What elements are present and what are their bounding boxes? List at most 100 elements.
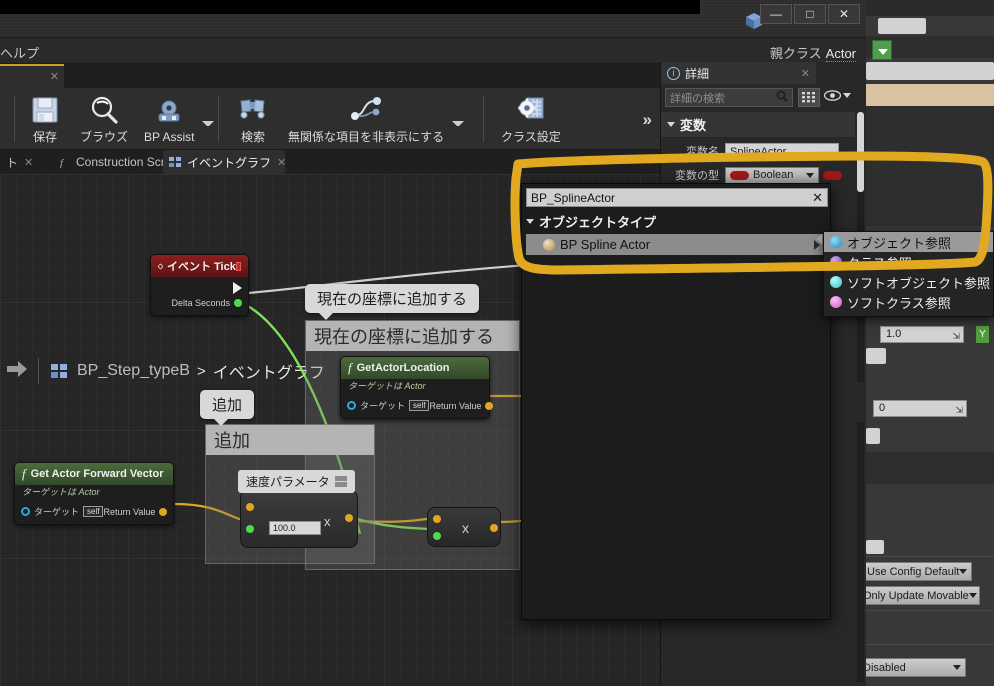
variable-name-input[interactable]: SplineActor bbox=[725, 142, 839, 160]
details-search-placeholder: 詳細の検索 bbox=[670, 92, 725, 105]
toolbar-divider-3 bbox=[483, 96, 484, 142]
details-section-variable[interactable]: 変数 bbox=[661, 112, 855, 138]
input-pin-a-icon[interactable] bbox=[246, 503, 254, 511]
toolbar-tab[interactable]: ✕ bbox=[0, 64, 64, 88]
target-pin-icon[interactable] bbox=[21, 507, 30, 516]
node-get-actor-forward-vector-body: ターゲット self Return Value bbox=[15, 501, 173, 524]
submenu-item-soft-object-reference[interactable]: ソフトオブジェクト参照 bbox=[824, 272, 993, 292]
triangle-down-icon bbox=[667, 122, 675, 127]
node-get-actor-forward-vector-title: Get Actor Forward Vector bbox=[30, 468, 164, 480]
node-get-actor-location-header: f GetActorLocation bbox=[341, 357, 489, 379]
target-pin-icon[interactable] bbox=[347, 401, 356, 410]
close-icon[interactable]: ✕ bbox=[24, 156, 33, 169]
node-multiply[interactable]: x bbox=[427, 507, 501, 547]
browse-button[interactable]: ブラウズ bbox=[72, 90, 136, 148]
input-pin-b-icon[interactable] bbox=[246, 525, 254, 533]
clear-search-icon[interactable]: ✕ bbox=[812, 190, 823, 206]
parent-class-display: 親クラス Actor bbox=[770, 43, 856, 62]
find-button[interactable]: 検索 bbox=[226, 90, 280, 148]
menu-item-help[interactable]: ヘルプ bbox=[0, 43, 39, 62]
pin-row-exec-out[interactable] bbox=[157, 280, 242, 295]
multiply-output-pin-icon[interactable] bbox=[490, 524, 498, 532]
value-clear-icon[interactable]: x bbox=[324, 514, 331, 529]
bg-field-3 bbox=[866, 348, 886, 364]
submenu-item-soft-class-reference-label: ソフトクラス参照 bbox=[847, 295, 951, 311]
submenu-item-object-reference[interactable]: オブジェクト参照 bbox=[824, 232, 993, 252]
numeric-field-2[interactable]: 0 ⇲ bbox=[873, 400, 967, 417]
pin-row-target-return[interactable]: ターゲット self Return Value bbox=[347, 398, 494, 413]
exec-out-pin-icon[interactable] bbox=[233, 281, 242, 294]
toolbar-tabstrip: ✕ bbox=[0, 64, 660, 88]
combo-only-update-movable[interactable]: Only Update Movable bbox=[858, 586, 980, 605]
pin-row-target-return-2[interactable]: ターゲット self Return Value bbox=[21, 504, 168, 519]
reference-type-submenu[interactable]: オブジェクト参照 クラス参照 ソフトオブジェクト参照 ソフトクラス参照 bbox=[816, 231, 994, 317]
multiply-input-a-pin-icon[interactable] bbox=[433, 515, 441, 523]
browse-label: ブラウズ bbox=[80, 130, 129, 144]
type-picker-item-bp-spline-actor[interactable]: BP Spline Actor bbox=[526, 234, 826, 255]
numeric-field-1-value: 1.0 bbox=[886, 328, 902, 340]
type-picker-search-value: BP_SplineActor bbox=[531, 190, 616, 205]
save-button[interactable]: 保存 bbox=[18, 90, 72, 148]
submenu-item-soft-class-reference[interactable]: ソフトクラス参照 bbox=[824, 292, 993, 312]
graph-tab-event-graph[interactable]: イベントグラフ ✕ bbox=[163, 150, 286, 174]
function-icon: f bbox=[60, 157, 65, 168]
find-icon bbox=[234, 93, 272, 127]
combo-use-config-default[interactable]: Use Config Default bbox=[862, 562, 972, 581]
close-icon[interactable]: ✕ bbox=[801, 67, 810, 80]
minimize-button[interactable]: — bbox=[760, 4, 792, 24]
class-settings-icon bbox=[512, 93, 550, 127]
node-event-tick[interactable]: イベント Tick Delta Seconds bbox=[150, 254, 249, 316]
bubble-add-location[interactable]: 現在の座標に追加する bbox=[305, 284, 480, 320]
submenu-item-class-reference[interactable]: クラス参照 bbox=[824, 252, 993, 272]
details-scrollbar-thumb[interactable] bbox=[857, 112, 864, 192]
pin-self-value[interactable]: self bbox=[409, 400, 430, 411]
class-settings-label: クラス設定 bbox=[501, 130, 561, 144]
type-picker-category-object-type[interactable]: オブジェクトタイプ bbox=[522, 210, 830, 232]
submenu-item-soft-object-reference-label: ソフトオブジェクト参照 bbox=[847, 275, 991, 291]
tip-speed-parameter[interactable]: 速度パラメータ bbox=[238, 470, 355, 493]
combo-disabled[interactable]: Disabled bbox=[858, 658, 966, 677]
details-visibility-toggle[interactable] bbox=[824, 90, 851, 101]
parent-class-value[interactable]: Actor bbox=[825, 46, 856, 62]
multiply-input-b-pin-icon[interactable] bbox=[433, 532, 441, 540]
search-icon bbox=[776, 90, 788, 105]
node-get-actor-forward-vector[interactable]: f Get Actor Forward Vector ターゲットは Actor … bbox=[14, 462, 174, 525]
bg-field-2 bbox=[866, 62, 994, 80]
variable-type-picker-popup[interactable]: BP_SplineActor ✕ オブジェクトタイプ BP Spline Act… bbox=[521, 183, 831, 620]
graph-tab-construction-script[interactable]: f Construction Scrip ✕ bbox=[52, 150, 189, 174]
bp-assist-dropdown-chevron-down-icon[interactable] bbox=[202, 121, 214, 126]
return-value-pin-icon-2[interactable] bbox=[159, 507, 168, 516]
pin-self-value-2[interactable]: self bbox=[83, 506, 104, 517]
class-settings-button[interactable]: クラス設定 bbox=[493, 90, 569, 148]
details-grid-view-button[interactable] bbox=[798, 88, 820, 107]
toolbar-overflow-button[interactable]: » bbox=[643, 110, 652, 130]
pin-row-delta-seconds[interactable]: Delta Seconds bbox=[157, 295, 242, 310]
hide-unrelated-dropdown-chevron-down-icon[interactable] bbox=[452, 121, 464, 126]
chevron-down-icon bbox=[968, 593, 977, 598]
details-search-input[interactable]: 詳細の検索 bbox=[665, 88, 793, 107]
close-button[interactable]: ✕ bbox=[828, 4, 860, 24]
find-label: 検索 bbox=[240, 130, 265, 144]
maximize-button[interactable]: □ bbox=[794, 4, 826, 24]
value-input-100[interactable]: 100.0 bbox=[269, 521, 321, 535]
numeric-field-1[interactable]: 1.0 ⇲ bbox=[880, 326, 964, 343]
axis-label-y: Y bbox=[976, 326, 989, 343]
close-icon[interactable]: ✕ bbox=[277, 156, 286, 169]
type-picker-search-input[interactable]: BP_SplineActor ✕ bbox=[526, 188, 828, 207]
close-icon[interactable]: ✕ bbox=[50, 70, 59, 83]
bubble-add[interactable]: 追加 bbox=[200, 390, 255, 426]
tip-speed-parameter-label: 速度パラメータ bbox=[246, 475, 330, 489]
details-panel-tab[interactable]: i 詳細 ✕ bbox=[661, 62, 816, 84]
variable-type-combo[interactable]: Boolean bbox=[725, 166, 819, 184]
bp-assist-button[interactable]: BP Assist bbox=[136, 90, 202, 148]
delta-seconds-pin-icon[interactable] bbox=[234, 298, 242, 307]
output-pin-icon[interactable] bbox=[345, 514, 353, 522]
details-scrollbar-track-2[interactable] bbox=[857, 422, 864, 682]
bg-green-dropdown[interactable] bbox=[872, 40, 892, 60]
hide-unrelated-button[interactable]: 無関係な項目を非表示にする bbox=[280, 90, 452, 148]
bg-field-4 bbox=[866, 428, 880, 444]
return-value-pin-icon[interactable] bbox=[485, 401, 494, 410]
node-event-tick-header: イベント Tick bbox=[151, 255, 248, 277]
node-get-actor-location[interactable]: f GetActorLocation ターゲットは Actor ターゲット se… bbox=[340, 356, 494, 419]
node-multiply-value[interactable]: 100.0 x bbox=[240, 490, 358, 548]
